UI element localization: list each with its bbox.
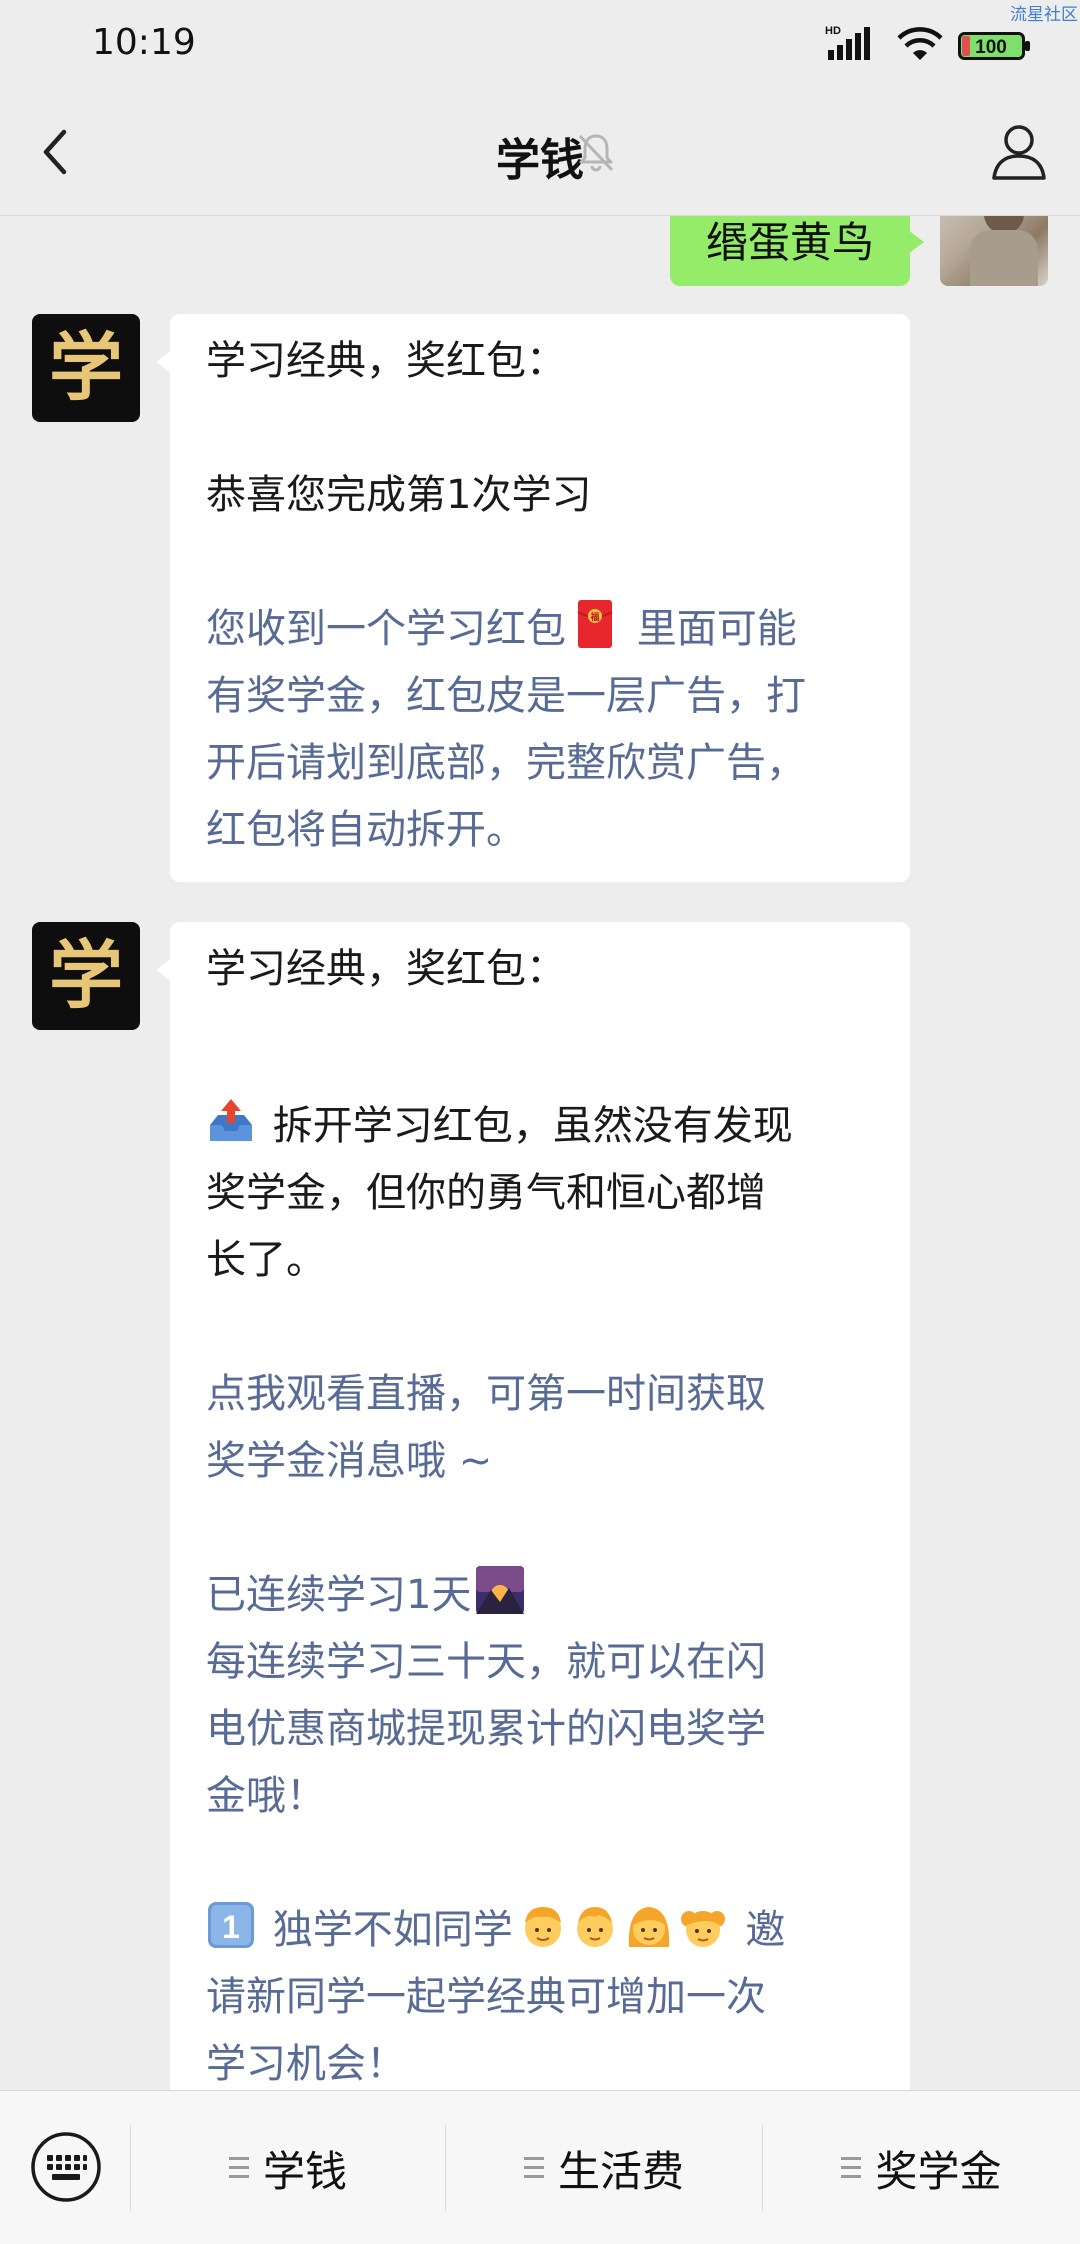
message-text: 长了。 bbox=[206, 1237, 326, 1283]
message-link-text[interactable]: 请新同学一起学经典可增加一次 bbox=[206, 1964, 874, 2031]
live-stream-link[interactable]: 点我观看直播，可第一时间获取 bbox=[206, 1361, 874, 1428]
menu-item-scholarship[interactable]: 奖学金 bbox=[763, 2135, 1080, 2201]
outbox-tray-icon bbox=[210, 1099, 252, 1141]
mute-bell-icon bbox=[578, 134, 614, 172]
red-envelope-icon: 福 bbox=[577, 600, 613, 648]
status-time: 10:19 bbox=[92, 22, 196, 63]
menu-item-xueqian[interactable]: 学钱 bbox=[131, 2135, 445, 2201]
official-account-menu-bar: 学钱 生活费 奖学金 bbox=[0, 2090, 1080, 2244]
menu-item-living-expenses[interactable]: 生活费 bbox=[446, 2135, 762, 2201]
keyboard-icon[interactable] bbox=[30, 2131, 102, 2203]
message-link-text[interactable]: 开后请划到底部，完整欣赏广告， bbox=[206, 730, 874, 797]
menu-list-icon bbox=[523, 2157, 544, 2179]
message-link-text[interactable]: 学习机会！ bbox=[206, 2031, 874, 2090]
keycap-1-icon: 1 bbox=[208, 1902, 254, 1948]
message-text: 您收到一个学习红包 bbox=[206, 606, 566, 652]
menu-item-label: 奖学金 bbox=[875, 2146, 1002, 2196]
status-bar: 10:19 流星社区 HD 100 bbox=[0, 0, 1080, 90]
message-text: 里面可能 bbox=[624, 606, 797, 652]
wifi-icon bbox=[897, 27, 943, 60]
chat-message-list[interactable]: 缗蛋黄鸟 学 学习经典，奖红包： 恭喜您完成第1次学习 您收到一个学习红包 福 里… bbox=[0, 216, 1080, 2090]
self-avatar[interactable] bbox=[940, 216, 1048, 286]
live-stream-link[interactable]: 奖学金消息哦 ~ bbox=[206, 1428, 874, 1495]
sent-message-row: 缗蛋黄鸟 bbox=[0, 216, 1080, 286]
avatar-char: 学 bbox=[49, 933, 123, 1019]
message-link-text[interactable]: 每连续学习三十天，就可以在闪 bbox=[206, 1629, 874, 1696]
chat-title: 学钱 bbox=[496, 135, 584, 186]
people-emoji-icon bbox=[524, 1907, 725, 1947]
menu-item-label: 学钱 bbox=[262, 2146, 347, 2196]
sunrise-mountains-icon bbox=[476, 1566, 525, 1614]
menu-list-icon bbox=[228, 2157, 249, 2179]
status-icons: 流星社区 HD 100 bbox=[820, 0, 1080, 90]
official-account-avatar[interactable]: 学 bbox=[32, 314, 140, 422]
svg-text:福: 福 bbox=[589, 611, 599, 623]
message-text: 拆开学习红包，虽然没有发现 bbox=[260, 1103, 793, 1149]
message-link-text[interactable]: 红包将自动拆开。 bbox=[206, 797, 874, 864]
watermark-text: 流星社区 bbox=[1010, 5, 1078, 25]
menu-list-icon bbox=[841, 2157, 862, 2179]
message-link-text[interactable]: 1 独学不如同学 邀 bbox=[206, 1897, 874, 1964]
official-account-avatar[interactable]: 学 bbox=[32, 922, 140, 1030]
message-text: 邀 bbox=[732, 1907, 786, 1953]
signal-icon: HD bbox=[825, 25, 870, 60]
sent-message-bubble[interactable]: 缗蛋黄鸟 bbox=[669, 216, 925, 286]
chat-title-bar: 学钱 bbox=[0, 90, 1080, 216]
message-text: 学习经典，奖红包： bbox=[206, 946, 566, 992]
message-link-text[interactable]: 金哦！ bbox=[206, 1763, 874, 1830]
menu-item-label: 生活费 bbox=[557, 2146, 684, 2196]
message-bubble[interactable]: 学习经典，奖红包： 拆开学习红包，虽然没有发现 奖学金，但你的勇气和恒心都增 长… bbox=[156, 922, 910, 2090]
message-text: 独学不如同学 bbox=[260, 1907, 513, 1953]
message-text: 已连续学习1天 bbox=[206, 1572, 472, 1618]
network-label: HD bbox=[825, 25, 841, 37]
message-bubble[interactable]: 学习经典，奖红包： 恭喜您完成第1次学习 您收到一个学习红包 福 里面可能 有奖学… bbox=[156, 314, 910, 882]
message-text: 奖学金，但你的勇气和恒心都增 bbox=[206, 1170, 766, 1216]
message-link-text[interactable]: 有奖学金，红包皮是一层广告，打 bbox=[206, 663, 874, 730]
message-link-text[interactable]: 您收到一个学习红包 福 里面可能 bbox=[206, 596, 874, 663]
battery-icon: 100 bbox=[958, 32, 1030, 60]
wechat-chat-screen: 10:19 流星社区 HD 100 学钱 缗蛋黄鸟 学 学习经典，奖红包： 恭喜… bbox=[0, 0, 1080, 2244]
message-text: 学习经典，奖红包： bbox=[206, 338, 566, 384]
message-link-text[interactable]: 电优惠商城提现累计的闪电奖学 bbox=[206, 1696, 874, 1763]
profile-icon[interactable] bbox=[988, 120, 1050, 182]
message-text-with-emoji: 拆开学习红包，虽然没有发现 bbox=[206, 1093, 874, 1160]
battery-level: 100 bbox=[975, 37, 1007, 58]
svg-text:1: 1 bbox=[222, 1909, 240, 1945]
avatar-char: 学 bbox=[49, 325, 123, 411]
message-text: 恭喜您完成第1次学习 bbox=[206, 472, 592, 518]
message-link-text[interactable]: 已连续学习1天 bbox=[206, 1562, 874, 1629]
